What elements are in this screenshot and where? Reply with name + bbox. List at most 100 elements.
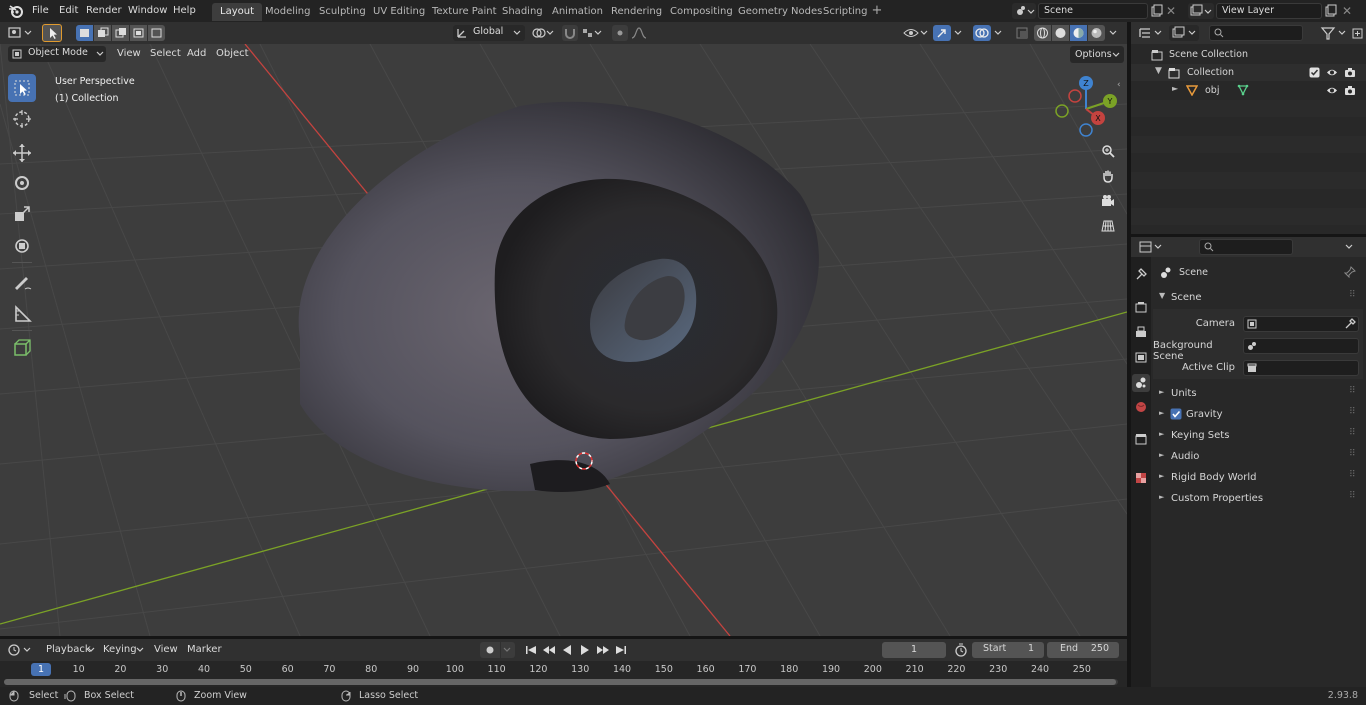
select-subtract-icon[interactable]	[112, 25, 129, 41]
jump-to-keyframe-forward-icon[interactable]	[594, 642, 612, 658]
expand-obj-icon[interactable]: ►	[1172, 84, 1178, 93]
scene-name-field[interactable]: Scene	[1038, 3, 1148, 19]
keying-sets-panel[interactable]: ► Keying Sets ⠿	[1153, 427, 1363, 445]
select-extend-icon[interactable]	[94, 25, 111, 41]
outliner-row-scene-collection[interactable]: Scene Collection	[1131, 46, 1366, 63]
collection-visibility-eye-icon[interactable]	[1326, 67, 1338, 78]
toggle-perspective-icon[interactable]	[1097, 215, 1119, 237]
jump-to-end-icon[interactable]	[612, 642, 630, 658]
sidebar-toggle-icon[interactable]: ‹	[1117, 80, 1127, 94]
menu-render[interactable]: Render	[82, 3, 126, 19]
timeline-menu-keying[interactable]: Keying	[99, 642, 141, 658]
select-box-tool-icon[interactable]	[8, 74, 36, 102]
menu-help[interactable]: Help	[169, 3, 200, 19]
pan-view-icon[interactable]	[1097, 165, 1119, 187]
panel-drag-handle-icon[interactable]: ⠿	[1349, 290, 1356, 300]
texture-tab-icon[interactable]	[1134, 471, 1148, 485]
view-layer-tab-icon[interactable]	[1134, 350, 1148, 364]
custom-properties-panel[interactable]: ► Custom Properties ⠿	[1153, 490, 1363, 508]
expand-collection-icon[interactable]: ▼	[1155, 66, 1162, 76]
expand-audio-icon[interactable]: ►	[1159, 451, 1164, 459]
scene-panel-header[interactable]: ▼ Scene ⠿	[1153, 289, 1363, 307]
panel-drag-handle-icon[interactable]: ⠿	[1349, 470, 1356, 480]
menu-edit[interactable]: Edit	[55, 3, 82, 19]
background-scene-field[interactable]	[1243, 338, 1359, 354]
auto-keying-toggle[interactable]	[480, 642, 500, 658]
select-tool-header-button[interactable]	[42, 24, 62, 42]
viewport-menu-select[interactable]: Select	[146, 46, 185, 62]
jump-to-keyframe-back-icon[interactable]	[540, 642, 558, 658]
add-workspace-icon[interactable]: +	[870, 4, 884, 18]
properties-options-dropdown[interactable]	[1341, 239, 1359, 255]
select-intersect-icon[interactable]	[148, 25, 165, 41]
solid-shading-icon[interactable]	[1052, 25, 1069, 41]
outliner-row-obj[interactable]: ► obj	[1131, 82, 1366, 99]
tab-animation[interactable]: Animation	[544, 3, 611, 21]
scene-tab-icon[interactable]	[1132, 374, 1150, 392]
current-frame-field[interactable]: 1	[882, 642, 946, 658]
tab-uv-editing[interactable]: UV Editing	[365, 3, 433, 21]
object-mode-dropdown[interactable]: Object Mode	[8, 46, 106, 62]
pin-icon[interactable]	[1344, 266, 1356, 278]
expand-gravity-icon[interactable]: ►	[1159, 409, 1164, 417]
panel-drag-handle-icon[interactable]: ⠿	[1349, 428, 1356, 438]
rotate-tool-icon[interactable]	[8, 169, 36, 197]
close-scene-icon[interactable]: ✕	[1166, 3, 1180, 19]
auto-keying-dropdown[interactable]	[501, 642, 515, 658]
viewport-menu-object[interactable]: Object	[212, 46, 253, 62]
timeline-menu-marker[interactable]: Marker	[183, 642, 226, 658]
start-frame-field[interactable]: Start 1	[972, 642, 1044, 658]
expand-rigid-body-world-icon[interactable]: ►	[1159, 472, 1164, 480]
tab-layout[interactable]: Layout	[212, 3, 262, 21]
cursor-tool-icon[interactable]	[8, 105, 36, 133]
camera-field[interactable]	[1243, 316, 1359, 332]
scene-browse-button[interactable]	[1012, 3, 1036, 19]
properties-search-input[interactable]	[1199, 239, 1293, 255]
rigid-body-world-panel[interactable]: ► Rigid Body World ⠿	[1153, 469, 1363, 487]
play-reverse-icon[interactable]	[558, 642, 576, 658]
gravity-checkbox[interactable]	[1170, 408, 1182, 420]
panel-drag-handle-icon[interactable]: ⠿	[1349, 407, 1356, 417]
use-preview-range-icon[interactable]	[952, 642, 970, 658]
annotate-tool-icon[interactable]	[8, 268, 36, 296]
duplicate-view-layer-icon[interactable]	[1323, 3, 1339, 19]
options-dropdown[interactable]: Options	[1070, 46, 1124, 63]
scale-tool-icon[interactable]	[8, 200, 36, 228]
navigation-gizmo[interactable]: Z Y X	[1050, 74, 1122, 140]
expand-keying-sets-icon[interactable]: ►	[1159, 430, 1164, 438]
timeline-scrollbar[interactable]	[4, 679, 1118, 685]
zoom-view-icon[interactable]	[1097, 140, 1119, 162]
keying-dropdown-icon[interactable]	[136, 647, 144, 653]
select-new-icon[interactable]	[76, 25, 93, 41]
world-tab-icon[interactable]	[1134, 400, 1148, 414]
add-cube-tool-icon[interactable]	[8, 334, 36, 362]
expand-custom-properties-icon[interactable]: ►	[1159, 493, 1164, 501]
close-view-layer-icon[interactable]: ✕	[1342, 3, 1356, 19]
audio-panel[interactable]: ► Audio ⠿	[1153, 448, 1363, 466]
object-render-camera-icon[interactable]	[1344, 85, 1356, 96]
move-tool-icon[interactable]	[8, 139, 36, 167]
editor-type-button[interactable]	[6, 25, 34, 41]
show-overlays-icon[interactable]	[973, 25, 991, 41]
panel-drag-handle-icon[interactable]: ⠿	[1349, 491, 1356, 501]
menu-window[interactable]: Window	[124, 3, 171, 19]
pivot-point-icon[interactable]	[530, 25, 556, 41]
collection-tab-icon[interactable]	[1134, 432, 1148, 446]
tab-shading[interactable]: Shading	[494, 3, 551, 21]
viewport-menu-view[interactable]: View	[113, 46, 145, 62]
wireframe-shading-icon[interactable]	[1034, 25, 1051, 41]
tab-compositing[interactable]: Compositing	[662, 3, 741, 21]
gravity-panel[interactable]: ► Gravity ⠿	[1153, 406, 1363, 424]
outliner-search-input[interactable]	[1209, 25, 1303, 41]
shading-dropdown-icon[interactable]	[1107, 25, 1121, 41]
overlays-dropdown-icon[interactable]	[992, 25, 1006, 41]
select-invert-icon[interactable]	[130, 25, 147, 41]
xray-toggle-icon[interactable]	[1014, 25, 1030, 41]
show-gizmo-icon[interactable]	[933, 25, 951, 41]
viewport-menu-add[interactable]: Add	[183, 46, 210, 62]
transform-tool-icon[interactable]	[8, 232, 36, 260]
3d-viewport[interactable]: Object Mode View Select Add Object Optio…	[0, 44, 1127, 636]
visibility-selectability-icon[interactable]	[902, 25, 930, 41]
timeline-scrollbar-thumb[interactable]	[4, 679, 1116, 685]
material-preview-icon[interactable]	[1070, 25, 1087, 41]
